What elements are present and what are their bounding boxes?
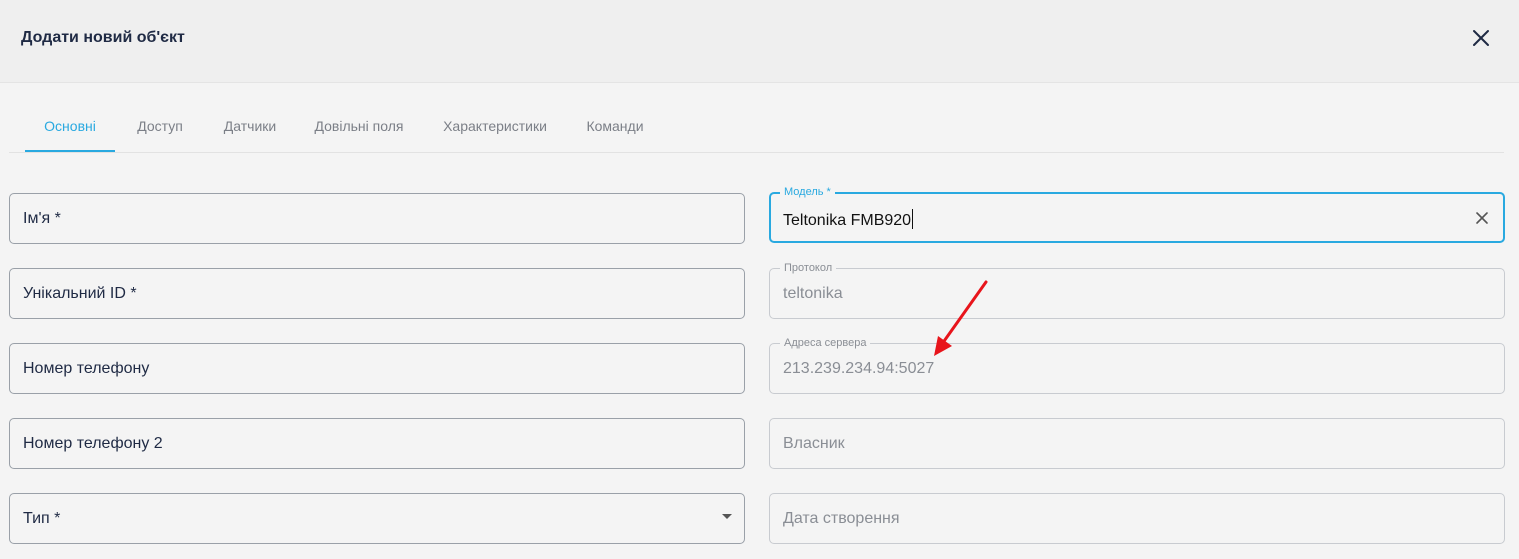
- tab-bar: Основні Доступ Датчики Довільні поля Хар…: [9, 104, 1504, 153]
- model-input[interactable]: Модель * Teltonika FMB920: [769, 185, 1505, 243]
- created-date-placeholder: Дата створення: [783, 510, 900, 527]
- model-label: Модель *: [780, 185, 835, 199]
- tab-custom-fields[interactable]: Довільні поля: [309, 104, 409, 152]
- tab-basic[interactable]: Основні: [25, 104, 115, 152]
- close-icon[interactable]: [1466, 24, 1496, 54]
- red-arrow-annotation: [934, 280, 988, 356]
- owner-field[interactable]: Власник: [769, 418, 1505, 469]
- server-address-field: Адреса сервера 213.239.234.94:5027: [769, 336, 1505, 394]
- phone-placeholder: Номер телефону: [23, 360, 150, 377]
- owner-placeholder: Власник: [783, 435, 845, 452]
- unique-id-placeholder: Унікальний ID *: [23, 285, 137, 302]
- protocol-value: teltonika: [783, 285, 843, 302]
- server-address-label: Адреса сервера: [780, 336, 871, 350]
- tab-commands[interactable]: Команди: [582, 104, 648, 152]
- text-caret: [912, 209, 914, 229]
- phone-field[interactable]: Номер телефону: [9, 343, 745, 394]
- created-date-field[interactable]: Дата створення: [769, 493, 1505, 544]
- dropdown-arrow-icon[interactable]: [722, 514, 732, 519]
- clear-icon[interactable]: [1473, 209, 1491, 227]
- name-field[interactable]: Ім'я *: [9, 193, 745, 244]
- unique-id-field[interactable]: Унікальний ID *: [9, 268, 745, 319]
- phone2-placeholder: Номер телефону 2: [23, 435, 163, 452]
- name-placeholder: Ім'я *: [23, 210, 61, 227]
- tab-access[interactable]: Доступ: [129, 104, 191, 152]
- tab-sensors[interactable]: Датчики: [215, 104, 285, 152]
- dialog-title: Додати новий об'єкт: [21, 29, 185, 46]
- protocol-field: Протокол teltonika: [769, 261, 1505, 319]
- dialog-header: Додати новий об'єкт: [0, 0, 1519, 83]
- phone2-field[interactable]: Номер телефону 2: [9, 418, 745, 469]
- type-placeholder: Тип *: [23, 510, 61, 527]
- model-value-wrap: Teltonika FMB920: [783, 209, 914, 230]
- server-address-value: 213.239.234.94:5027: [783, 360, 935, 377]
- tab-characteristics[interactable]: Характеристики: [436, 104, 554, 152]
- model-value: Teltonika FMB920: [783, 212, 912, 229]
- type-select[interactable]: Тип *: [9, 493, 745, 544]
- protocol-label: Протокол: [780, 261, 837, 275]
